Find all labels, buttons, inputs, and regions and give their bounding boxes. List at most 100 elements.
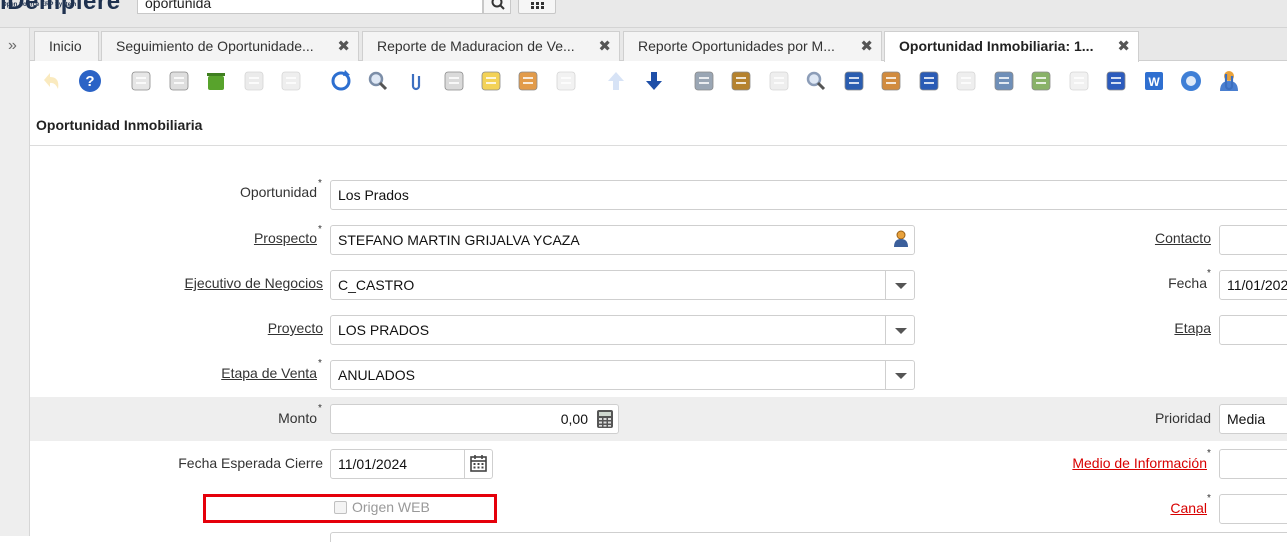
detail-record-icon[interactable] <box>641 68 667 94</box>
monto-field[interactable]: 0,00 <box>330 404 619 434</box>
active-workflows-icon[interactable] <box>841 68 867 94</box>
new-record-icon[interactable] <box>128 68 154 94</box>
prospecto-field[interactable]: STEFANO MARTIN GRIJALVA YCAZA <box>330 225 915 255</box>
expand-panel-icon[interactable]: » <box>8 37 17 55</box>
fecha-cierre-label: Fecha Esperada Cierre <box>178 455 323 471</box>
attachment-2-icon <box>1224 74 1234 91</box>
required-mark: * <box>318 224 322 235</box>
required-mark: * <box>318 358 322 369</box>
business-partner-icon[interactable] <box>891 229 911 249</box>
refresh-icon[interactable] <box>328 68 354 94</box>
etapa-venta-label[interactable]: Etapa de Venta <box>221 365 317 381</box>
multi-edit-icon[interactable] <box>553 68 579 94</box>
etapa-venta-combobox[interactable]: ANULADOS <box>330 360 886 390</box>
monto-label: Monto <box>278 410 317 426</box>
archive-icon <box>731 71 751 91</box>
tab-reporte-maduracion[interactable]: Reporte de Maduracion de Ve... ✖ <box>362 31 620 61</box>
proyecto-label[interactable]: Proyecto <box>268 320 323 336</box>
oportunidad-label: Oportunidad <box>239 184 317 200</box>
close-icon[interactable]: ✖ <box>598 32 611 61</box>
export-icon[interactable] <box>1028 68 1054 94</box>
lock-icon[interactable] <box>953 68 979 94</box>
prioridad-combobox[interactable]: Media <box>1219 404 1287 434</box>
close-icon[interactable]: ✖ <box>860 32 873 61</box>
canal-field[interactable] <box>1219 494 1287 524</box>
required-mark: * <box>1207 493 1211 504</box>
ejecutivo-combobox[interactable]: C_CASTRO <box>330 270 886 300</box>
print-icon <box>769 71 789 91</box>
web-icon <box>1181 71 1201 91</box>
required-mark: * <box>318 403 322 414</box>
archive-icon[interactable] <box>728 68 754 94</box>
contacto-label[interactable]: Contacto <box>1155 230 1211 246</box>
process-icon[interactable] <box>991 68 1017 94</box>
required-mark: * <box>318 178 322 189</box>
attachment-2-icon[interactable] <box>1216 68 1242 94</box>
save-new-icon[interactable] <box>278 68 304 94</box>
new-record-icon <box>131 71 151 91</box>
help-icon[interactable]: ? <box>77 68 103 94</box>
zoom-across-icon[interactable] <box>803 68 829 94</box>
word-export-icon[interactable]: W <box>1141 68 1167 94</box>
report-icon[interactable] <box>691 68 717 94</box>
save-icon[interactable] <box>241 68 267 94</box>
tab-reporte-oportunidades[interactable]: Reporte Oportunidades por M... ✖ <box>623 31 882 61</box>
fecha-cierre-field[interactable]: 11/01/2024 <box>330 449 465 479</box>
etapa-label[interactable]: Etapa <box>1174 320 1211 336</box>
close-icon[interactable]: ✖ <box>1117 32 1130 61</box>
copy-record-icon <box>169 71 189 91</box>
search-button[interactable] <box>483 0 511 14</box>
etapa-field[interactable] <box>1219 315 1287 345</box>
chat-icon[interactable] <box>441 68 467 94</box>
svg-text:?: ? <box>85 73 94 90</box>
oportunidad-field[interactable]: Los Prados <box>330 180 1287 210</box>
fecha-label: Fecha <box>1168 275 1207 291</box>
delete-icon[interactable] <box>203 68 229 94</box>
apps-menu-button[interactable] <box>518 0 556 14</box>
zoom-across-icon <box>806 71 826 91</box>
chevron-down-icon[interactable] <box>885 315 915 345</box>
delete-icon <box>207 73 225 90</box>
required-mark: * <box>1207 448 1211 459</box>
canal-label[interactable]: Canal <box>1170 500 1207 516</box>
current-row-highlight <box>30 397 1287 441</box>
copy-record-icon[interactable] <box>166 68 192 94</box>
close-icon[interactable]: ✖ <box>337 32 350 61</box>
contacto-field[interactable] <box>1219 225 1287 255</box>
tab-seguimiento[interactable]: Seguimiento de Oportunidade... ✖ <box>101 31 359 61</box>
required-mark: * <box>1207 268 1211 279</box>
find-icon[interactable] <box>365 68 391 94</box>
quick-form-icon[interactable] <box>1103 68 1129 94</box>
parent-record-icon[interactable] <box>603 68 629 94</box>
tab-label: Reporte de Maduracion de Ve... <box>377 38 575 54</box>
medio-informacion-label[interactable]: Medio de Información <box>1072 455 1207 471</box>
medio-informacion-field[interactable] <box>1219 449 1287 479</box>
calculator-icon[interactable] <box>595 409 615 429</box>
requests-icon[interactable] <box>878 68 904 94</box>
chevron-down-icon[interactable] <box>885 360 915 390</box>
ejecutivo-label[interactable]: Ejecutivo de Negocios <box>184 275 323 291</box>
tab-label: Seguimiento de Oportunidade... <box>116 38 314 54</box>
tab-label: Oportunidad Inmobiliaria: 1... <box>899 38 1094 54</box>
chevron-down-icon[interactable] <box>885 270 915 300</box>
export-icon <box>1031 71 1051 91</box>
attachment-icon[interactable] <box>403 68 429 94</box>
date-picker-button[interactable] <box>464 449 493 479</box>
proyecto-combobox[interactable]: LOS PRADOS <box>330 315 886 345</box>
import-icon[interactable] <box>1066 68 1092 94</box>
grid-toggle-icon[interactable] <box>515 68 541 94</box>
tab-label: Inicio <box>49 38 82 54</box>
tab-oportunidad-inmobiliaria[interactable]: Oportunidad Inmobiliaria: 1... ✖ <box>884 31 1139 62</box>
web-icon[interactable] <box>1178 68 1204 94</box>
calendar-icon <box>470 455 487 472</box>
tab-inicio[interactable]: Inicio <box>34 31 99 61</box>
post-it-icon[interactable] <box>478 68 504 94</box>
prospecto-label[interactable]: Prospecto <box>254 230 317 246</box>
menu-search-input[interactable]: oportunida <box>137 0 483 14</box>
product-info-icon[interactable] <box>916 68 942 94</box>
print-icon[interactable] <box>766 68 792 94</box>
undo-icon[interactable] <box>38 68 64 94</box>
prioridad-label: Prioridad <box>1154 410 1211 426</box>
fecha-field[interactable]: 11/01/202 <box>1219 270 1287 300</box>
next-field[interactable] <box>330 532 1287 542</box>
